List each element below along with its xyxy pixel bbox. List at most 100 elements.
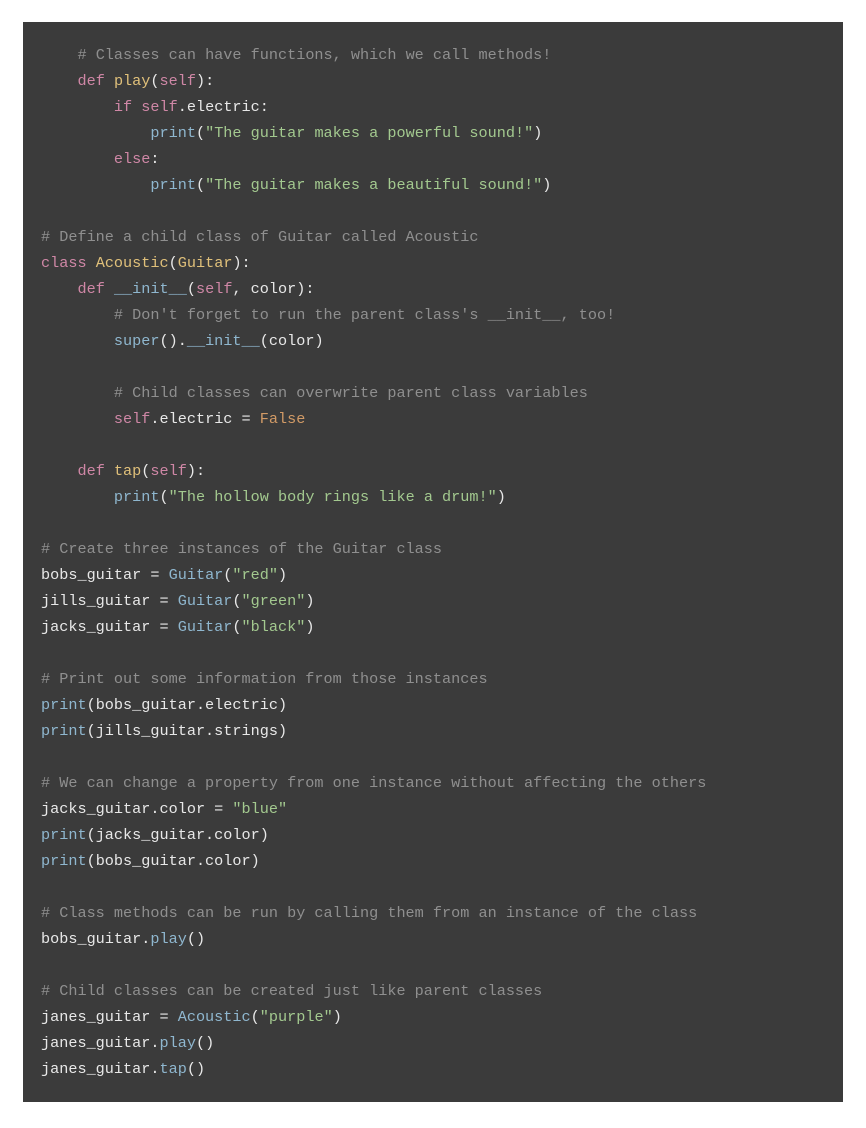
code-token-call: play	[159, 1034, 195, 1052]
code-token-id: , color):	[232, 280, 314, 298]
code-token-id: ()	[187, 930, 205, 948]
code-token-call: __init__	[187, 332, 260, 350]
code-token-id: (	[187, 280, 196, 298]
code-token-id	[105, 280, 114, 298]
code-token-def: tap	[114, 462, 141, 480]
code-line: print(bobs_guitar.electric)	[41, 692, 825, 718]
code-line: def play(self):	[41, 68, 825, 94]
code-line: janes_guitar.tap()	[41, 1056, 825, 1082]
code-token-kw: class	[41, 254, 87, 272]
code-token-id: bobs_guitar =	[41, 566, 169, 584]
code-token-str: "The guitar makes a beautiful sound!"	[205, 176, 542, 194]
code-token-call: print	[41, 722, 87, 740]
code-token-id: bobs_guitar.	[41, 930, 150, 948]
code-token-self: self	[196, 280, 232, 298]
code-line: # We can change a property from one inst…	[41, 770, 825, 796]
code-token-id: ):	[187, 462, 205, 480]
code-token-call: __init__	[114, 280, 187, 298]
code-token-id	[87, 254, 96, 272]
code-token-cmt: # Define a child class of Guitar called …	[41, 228, 478, 246]
code-token-str: "The guitar makes a powerful sound!"	[205, 124, 533, 142]
code-line: if self.electric:	[41, 94, 825, 120]
code-token-call: print	[41, 826, 87, 844]
code-token-id	[41, 98, 114, 116]
code-line: # Child classes can overwrite parent cla…	[41, 380, 825, 406]
code-token-call: Guitar	[178, 618, 233, 636]
code-line: jacks_guitar.color = "blue"	[41, 796, 825, 822]
code-line: # Class methods can be run by calling th…	[41, 900, 825, 926]
code-line: bobs_guitar = Guitar("red")	[41, 562, 825, 588]
code-token-call: Acoustic	[178, 1008, 251, 1026]
code-token-id: )	[533, 124, 542, 142]
code-token-def: Acoustic	[96, 254, 169, 272]
code-token-id: (	[169, 254, 178, 272]
code-token-call: tap	[159, 1060, 186, 1078]
code-line: jills_guitar = Guitar("green")	[41, 588, 825, 614]
code-line: # Define a child class of Guitar called …	[41, 224, 825, 250]
code-line: # Print out some information from those …	[41, 666, 825, 692]
code-line: class Acoustic(Guitar):	[41, 250, 825, 276]
code-token-call: print	[41, 696, 87, 714]
code-token-call: super	[114, 332, 160, 350]
code-line	[41, 640, 825, 666]
code-token-cmt: # Class methods can be run by calling th…	[41, 904, 697, 922]
code-line: print(jills_guitar.strings)	[41, 718, 825, 744]
code-token-call: print	[114, 488, 160, 506]
code-token-id	[132, 98, 141, 116]
code-token-cmt: # Child classes can be created just like…	[41, 982, 542, 1000]
code-token-kw: def	[77, 280, 104, 298]
code-token-self: self	[150, 462, 186, 480]
code-token-id	[41, 488, 114, 506]
code-line	[41, 432, 825, 458]
code-token-cmt: # Print out some information from those …	[41, 670, 488, 688]
code-line: print("The hollow body rings like a drum…	[41, 484, 825, 510]
code-token-id: (bobs_guitar.color)	[87, 852, 260, 870]
code-token-id: ):	[196, 72, 214, 90]
code-token-id: )	[497, 488, 506, 506]
code-line	[41, 874, 825, 900]
code-line: super().__init__(color)	[41, 328, 825, 354]
code-token-id: )	[542, 176, 551, 194]
code-token-bool: False	[260, 410, 306, 428]
code-token-id: )	[333, 1008, 342, 1026]
code-token-cmt: # Don't forget to run the parent class's…	[114, 306, 615, 324]
code-token-call: print	[150, 124, 196, 142]
code-token-str: "The hollow body rings like a drum!"	[169, 488, 497, 506]
code-line: else:	[41, 146, 825, 172]
code-token-id: ):	[232, 254, 250, 272]
code-token-cmt: # Classes can have functions, which we c…	[77, 46, 551, 64]
code-token-id	[105, 462, 114, 480]
code-line: janes_guitar = Acoustic("purple")	[41, 1004, 825, 1030]
code-line: print("The guitar makes a powerful sound…	[41, 120, 825, 146]
code-token-str: "red"	[232, 566, 278, 584]
code-token-id	[41, 410, 114, 428]
code-token-id: (bobs_guitar.electric)	[87, 696, 288, 714]
code-token-id: .electric =	[150, 410, 259, 428]
code-token-def: Guitar	[178, 254, 233, 272]
code-token-id: ()	[196, 1034, 214, 1052]
code-token-id: .electric:	[178, 98, 269, 116]
code-line: def __init__(self, color):	[41, 276, 825, 302]
code-container: # Classes can have functions, which we c…	[0, 0, 866, 1124]
code-line: print("The guitar makes a beautiful soun…	[41, 172, 825, 198]
code-token-id: (	[150, 72, 159, 90]
code-token-id: )	[305, 592, 314, 610]
code-line	[41, 952, 825, 978]
code-token-id: janes_guitar =	[41, 1008, 178, 1026]
code-token-kw: if	[114, 98, 132, 116]
code-line: def tap(self):	[41, 458, 825, 484]
code-token-id: :	[150, 150, 159, 168]
code-token-id	[41, 72, 77, 90]
code-token-id	[41, 384, 114, 402]
code-line: print(jacks_guitar.color)	[41, 822, 825, 848]
code-token-id: (jills_guitar.strings)	[87, 722, 288, 740]
code-token-id: (	[232, 618, 241, 636]
code-line	[41, 354, 825, 380]
code-line: jacks_guitar = Guitar("black")	[41, 614, 825, 640]
code-token-self: self	[114, 410, 150, 428]
code-line: print(bobs_guitar.color)	[41, 848, 825, 874]
code-token-id: )	[305, 618, 314, 636]
code-token-kw: def	[77, 72, 104, 90]
code-line: # Classes can have functions, which we c…	[41, 42, 825, 68]
code-token-self: self	[141, 98, 177, 116]
